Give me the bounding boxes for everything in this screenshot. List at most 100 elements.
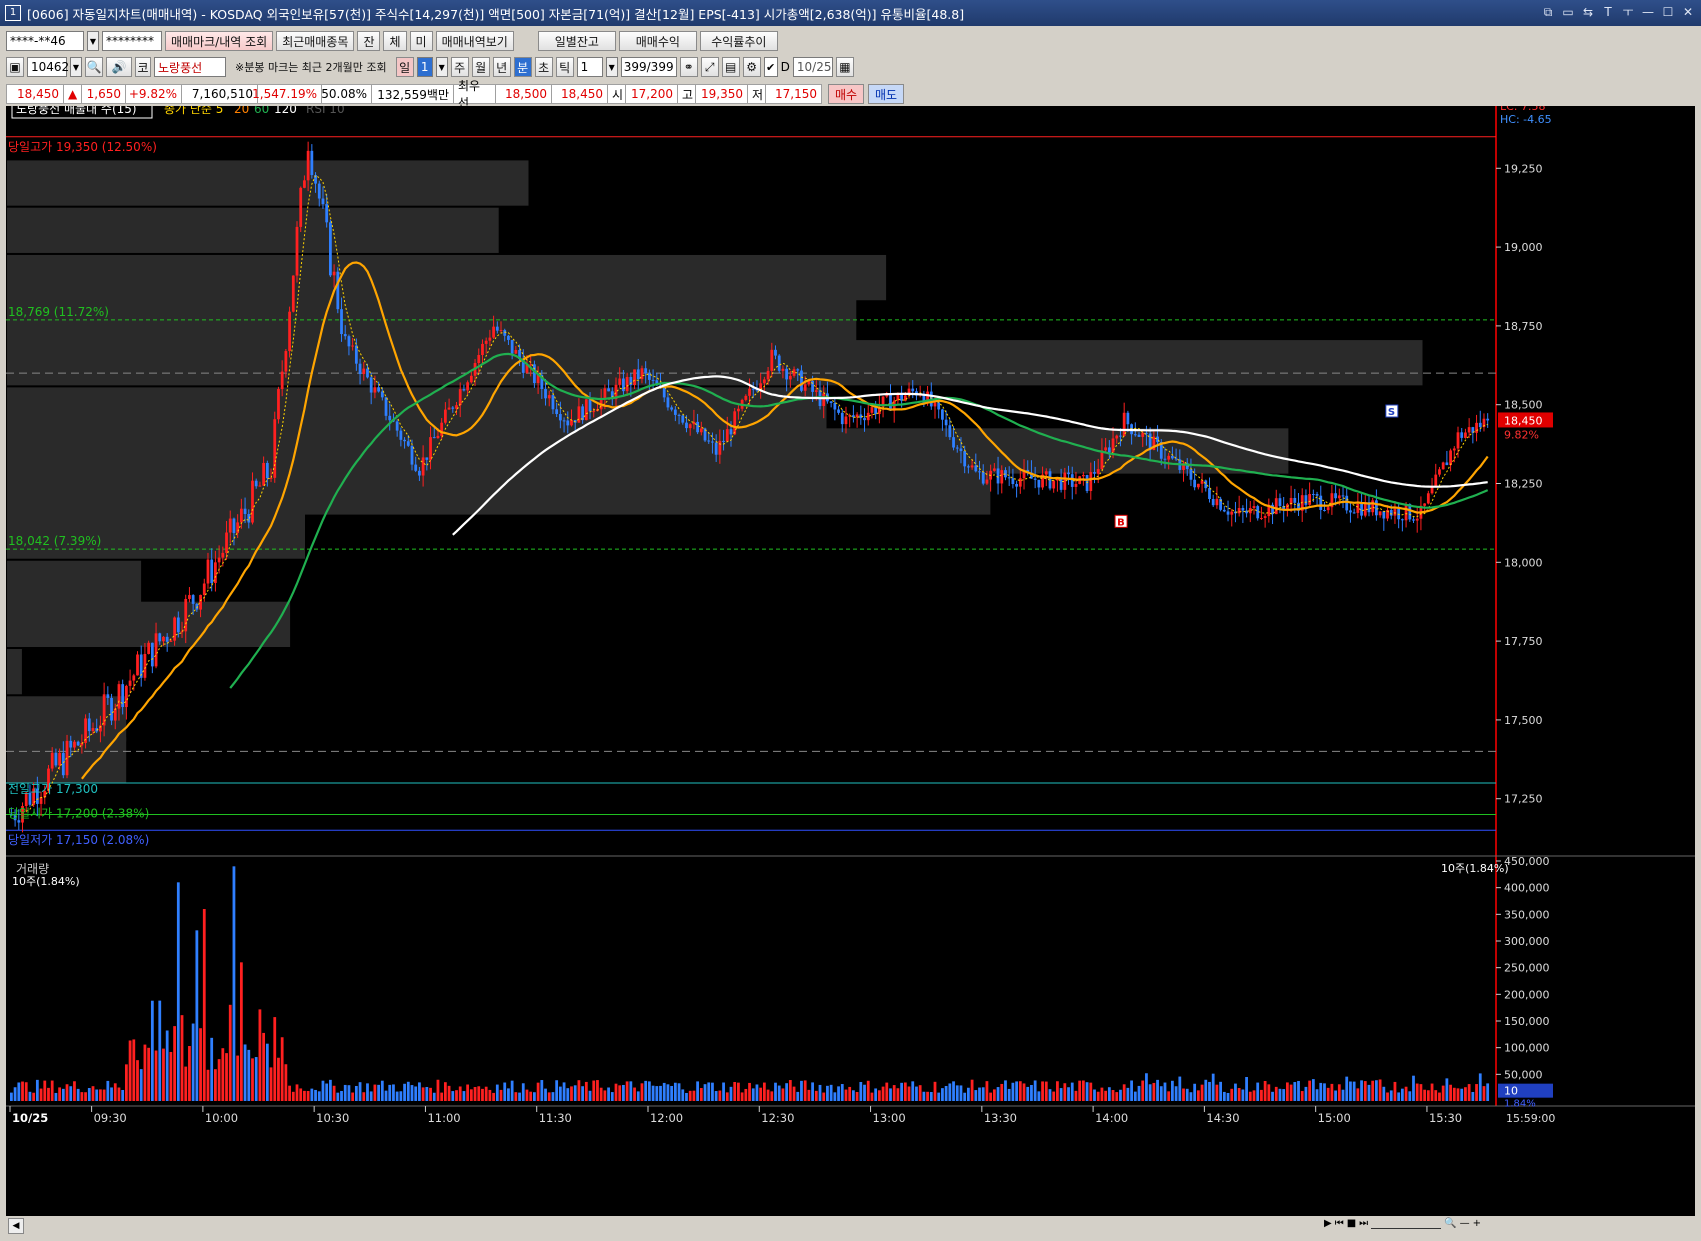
period-week[interactable]: 주: [450, 57, 469, 77]
period-tick[interactable]: 틱: [555, 57, 574, 77]
candle: [132, 675, 136, 681]
trade-mark-query-button[interactable]: 매매마크/내역 조회: [165, 31, 274, 51]
volume-bar: [714, 1091, 718, 1101]
plus-icon[interactable]: +: [1473, 1218, 1481, 1229]
stock-code-input[interactable]: 104620: [27, 57, 77, 77]
legend-ma5: 종가 단순 5: [164, 106, 223, 116]
volume-bar: [117, 1087, 121, 1101]
volume-bar: [1200, 1084, 1204, 1101]
price-chart-svg[interactable]: 19,250 19,000 18,750 18,500 18,250 18,000 17,7…: [6, 100, 1695, 1216]
interval-input[interactable]: 1: [576, 57, 603, 77]
swap-icon[interactable]: ⇆: [1579, 3, 1597, 21]
day-dropdown-icon[interactable]: ▼: [435, 57, 448, 77]
minimize-icon[interactable]: —: [1639, 3, 1657, 21]
volume-bar: [1030, 1085, 1033, 1101]
trade-history-button[interactable]: 매매내역보기: [435, 31, 514, 51]
return-trend-button[interactable]: 수익률추이: [699, 31, 778, 51]
font-icon[interactable]: T: [1599, 3, 1617, 21]
scroll-left-icon[interactable]: ◀: [8, 1218, 24, 1234]
candle: [221, 552, 225, 558]
nav-play-icon[interactable]: ▶: [1324, 1218, 1332, 1229]
volume-bar: [722, 1082, 725, 1101]
period-year[interactable]: 년: [492, 57, 511, 77]
volume-profile-band: [7, 207, 499, 253]
account-dropdown-icon[interactable]: ▼: [87, 31, 99, 51]
volume-bar: [829, 1084, 833, 1101]
volume-bar: [533, 1092, 536, 1101]
nav-last-icon[interactable]: ⏭: [1359, 1218, 1368, 1229]
volume-bar: [577, 1080, 581, 1101]
trade-profit-button[interactable]: 매매수익: [618, 31, 697, 51]
day-count-input[interactable]: 1: [416, 57, 433, 77]
speaker-icon[interactable]: 🔊: [106, 57, 132, 77]
daily-balance-button[interactable]: 일별잔고: [537, 31, 616, 51]
link-icon[interactable]: ⚭: [679, 57, 698, 77]
volume-bar: [17, 1082, 21, 1101]
volume-bar: [440, 1092, 444, 1101]
calendar-icon[interactable]: ▦: [835, 57, 854, 77]
gear-icon[interactable]: ⚙: [742, 57, 761, 77]
volume-bar: [866, 1080, 870, 1101]
bar-count-input[interactable]: 399/399: [620, 57, 677, 77]
candle: [1438, 469, 1441, 475]
password-input[interactable]: ********: [102, 31, 162, 51]
maximize-icon[interactable]: ☐: [1659, 3, 1677, 21]
account-input[interactable]: ****-**46: [6, 31, 84, 51]
minus-icon[interactable]: —: [1460, 1218, 1470, 1229]
candle: [1349, 510, 1352, 513]
volume-bar: [99, 1089, 102, 1101]
volume-bar: [1059, 1088, 1063, 1101]
volume-bar: [1167, 1091, 1171, 1101]
period-second[interactable]: 초: [534, 57, 553, 77]
volume-bar: [1026, 1086, 1030, 1101]
candle: [206, 559, 210, 584]
tile-icon[interactable]: ▭: [1559, 3, 1577, 21]
candle: [822, 393, 826, 406]
candle: [1015, 484, 1018, 487]
volume-bar: [1356, 1088, 1360, 1101]
zoom-slider[interactable]: [1371, 1218, 1442, 1229]
date-checkbox[interactable]: ✔: [763, 57, 778, 77]
restore-icon[interactable]: ⧉: [1539, 3, 1557, 21]
period-month[interactable]: 월: [471, 57, 490, 77]
zoom-in-icon[interactable]: 🔍: [1444, 1218, 1456, 1229]
volume-bar: [143, 1044, 147, 1101]
nav-stop-icon[interactable]: ■: [1347, 1218, 1356, 1229]
candle: [406, 441, 410, 446]
volume-bar: [885, 1082, 889, 1101]
balance-button[interactable]: 잔: [357, 31, 381, 51]
volume-bar: [10, 1092, 13, 1101]
volume-bar: [343, 1084, 347, 1101]
buy-button[interactable]: 매수: [828, 84, 864, 104]
period-minute[interactable]: 분: [513, 57, 532, 77]
code-dropdown-icon[interactable]: ▼: [70, 57, 82, 77]
volume-bar: [985, 1081, 989, 1101]
pin-icon[interactable]: ㅜ: [1619, 3, 1637, 21]
search-icon[interactable]: 🔍: [85, 57, 103, 77]
candle: [113, 708, 117, 721]
volume-bar: [673, 1082, 677, 1101]
chart-area[interactable]: 19,250 19,000 18,750 18,500 18,250 18,000 17,7…: [6, 100, 1695, 1236]
zoom-icon[interactable]: ⤢: [700, 57, 719, 77]
sell-button[interactable]: 매도: [868, 84, 904, 104]
candle: [1323, 509, 1326, 511]
volume-bar: [84, 1092, 87, 1101]
volume-bar: [703, 1084, 707, 1101]
stock-name[interactable]: 노랑풍선: [154, 57, 226, 77]
candle: [707, 440, 711, 442]
close-icon[interactable]: ✕: [1679, 3, 1697, 21]
interval-dropdown-icon[interactable]: ▼: [605, 57, 618, 77]
scroll-bar[interactable]: ◀ ▶ ⏮ ■ ⏭ 🔍 — +: [6, 1216, 1695, 1236]
candle: [469, 375, 473, 383]
date-input[interactable]: 10/25: [792, 57, 833, 77]
nav-first-icon[interactable]: ⏮: [1335, 1218, 1344, 1229]
panel-icon[interactable]: ▣: [6, 57, 24, 77]
volume-bar: [941, 1088, 944, 1101]
candle: [1315, 494, 1319, 496]
volume-bar: [87, 1088, 91, 1101]
recent-items-button[interactable]: 최근매매종목: [276, 31, 355, 51]
save-icon[interactable]: ▤: [721, 57, 740, 77]
period-day[interactable]: 일: [395, 57, 414, 77]
unexecuted-button[interactable]: 미: [409, 31, 433, 51]
executed-button[interactable]: 체: [383, 31, 407, 51]
